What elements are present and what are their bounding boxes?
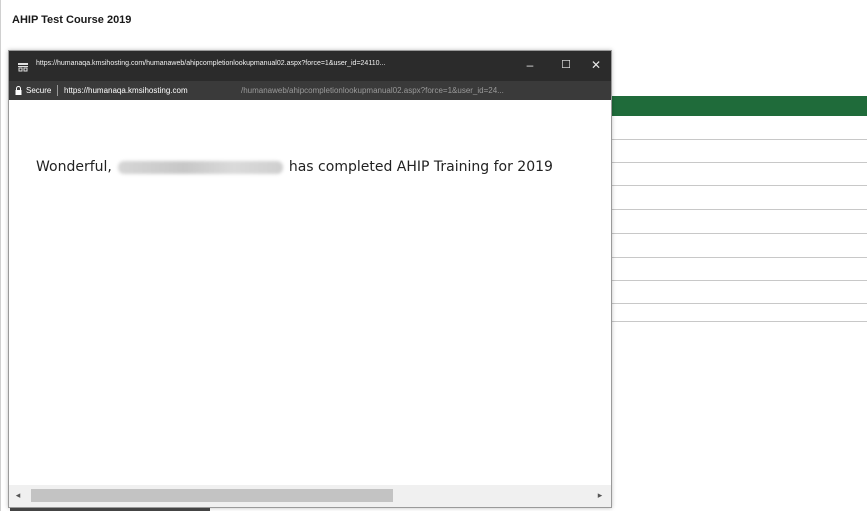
scroll-left-arrow-icon[interactable]: ◂: [13, 489, 23, 501]
table-row-divider: [612, 321, 867, 322]
table-row-divider: [612, 162, 867, 163]
scroll-right-arrow-icon[interactable]: ▸: [595, 489, 605, 501]
window-left-edge: [0, 0, 1, 511]
scrollbar-thumb[interactable]: [31, 489, 393, 502]
message-suffix: has completed AHIP Training for 2019: [288, 159, 553, 175]
maximize-button[interactable]: ☐: [555, 55, 577, 75]
address-path: /humanaweb/ahipcompletionlookupmanual02.…: [241, 86, 504, 95]
table-row-divider: [612, 233, 867, 234]
completion-message: Wonderful, has completed AHIP Training fo…: [36, 159, 553, 175]
lock-icon: [15, 86, 22, 95]
table-row-divider: [612, 303, 867, 304]
table-header-bar: [612, 96, 867, 116]
table-row-divider: [612, 139, 867, 140]
address-bar[interactable]: Secure https://humanaqa.kmsihosting.com …: [9, 81, 611, 100]
page-title: AHIP Test Course 2019: [12, 14, 132, 26]
address-separator: [57, 85, 58, 96]
table-row-divider: [612, 257, 867, 258]
message-prefix: Wonderful,: [36, 159, 112, 175]
table-row-divider: [612, 185, 867, 186]
table-row-divider: [612, 209, 867, 210]
redacted-name: [117, 160, 283, 174]
secure-label: Secure: [26, 86, 52, 95]
address-host: https://humanaqa.kmsihosting.com: [64, 86, 188, 95]
titlebar-url: https://humanaqa.kmsihosting.com/humanaw…: [36, 60, 386, 67]
popup-content: Wonderful, has completed AHIP Training fo…: [9, 100, 611, 485]
popup-window: https://humanaqa.kmsihosting.com/humanaw…: [8, 50, 612, 508]
table-row-divider: [612, 280, 867, 281]
page-icon: [17, 60, 29, 72]
horizontal-scrollbar[interactable]: ◂ ▸: [9, 485, 611, 507]
close-button[interactable]: ✕: [585, 55, 607, 75]
popup-titlebar[interactable]: https://humanaqa.kmsihosting.com/humanaw…: [9, 51, 611, 81]
background-table: [612, 116, 867, 322]
minimize-button[interactable]: –: [519, 55, 541, 75]
